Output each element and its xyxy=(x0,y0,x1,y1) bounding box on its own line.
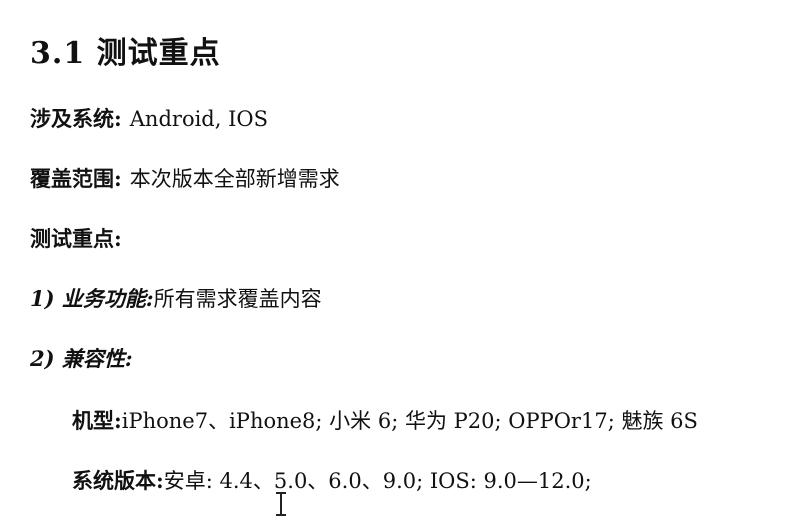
section-heading: 3.1 测试重点 xyxy=(30,36,221,71)
systems-label: 涉及系统: xyxy=(30,106,122,131)
systems-line: 涉及系统: Android, IOS xyxy=(30,104,268,134)
focus-label: 测试重点: xyxy=(30,226,122,251)
compat-label: 2) 兼容性: xyxy=(30,346,133,371)
business-line: 1) 业务功能:所有需求覆盖内容 xyxy=(30,284,322,314)
coverage-line: 覆盖范围: 本次版本全部新增需求 xyxy=(30,164,340,194)
text-cursor-icon xyxy=(276,492,286,516)
business-value: 所有需求覆盖内容 xyxy=(153,287,322,311)
versions-label: 系统版本: xyxy=(72,468,164,493)
versions-value: 安卓: 4.4、5.0、6.0、9.0; IOS: 9.0—12.0; xyxy=(163,469,592,493)
compat-line: 2) 兼容性: xyxy=(30,344,133,374)
coverage-value: 本次版本全部新增需求 xyxy=(129,167,340,191)
systems-value: Android, IOS xyxy=(129,107,268,131)
coverage-label: 覆盖范围: xyxy=(30,166,122,191)
business-label: 1) 业务功能: xyxy=(30,286,154,311)
versions-line: 系统版本:安卓: 4.4、5.0、6.0、9.0; IOS: 9.0—12.0; xyxy=(72,466,592,496)
models-line: 机型:iPhone7、iPhone8; 小米 6; 华为 P20; OPPOr1… xyxy=(72,406,698,436)
focus-line: 测试重点: xyxy=(30,224,122,254)
models-label: 机型: xyxy=(72,408,122,433)
models-value: iPhone7、iPhone8; 小米 6; 华为 P20; OPPOr17; … xyxy=(121,409,698,433)
